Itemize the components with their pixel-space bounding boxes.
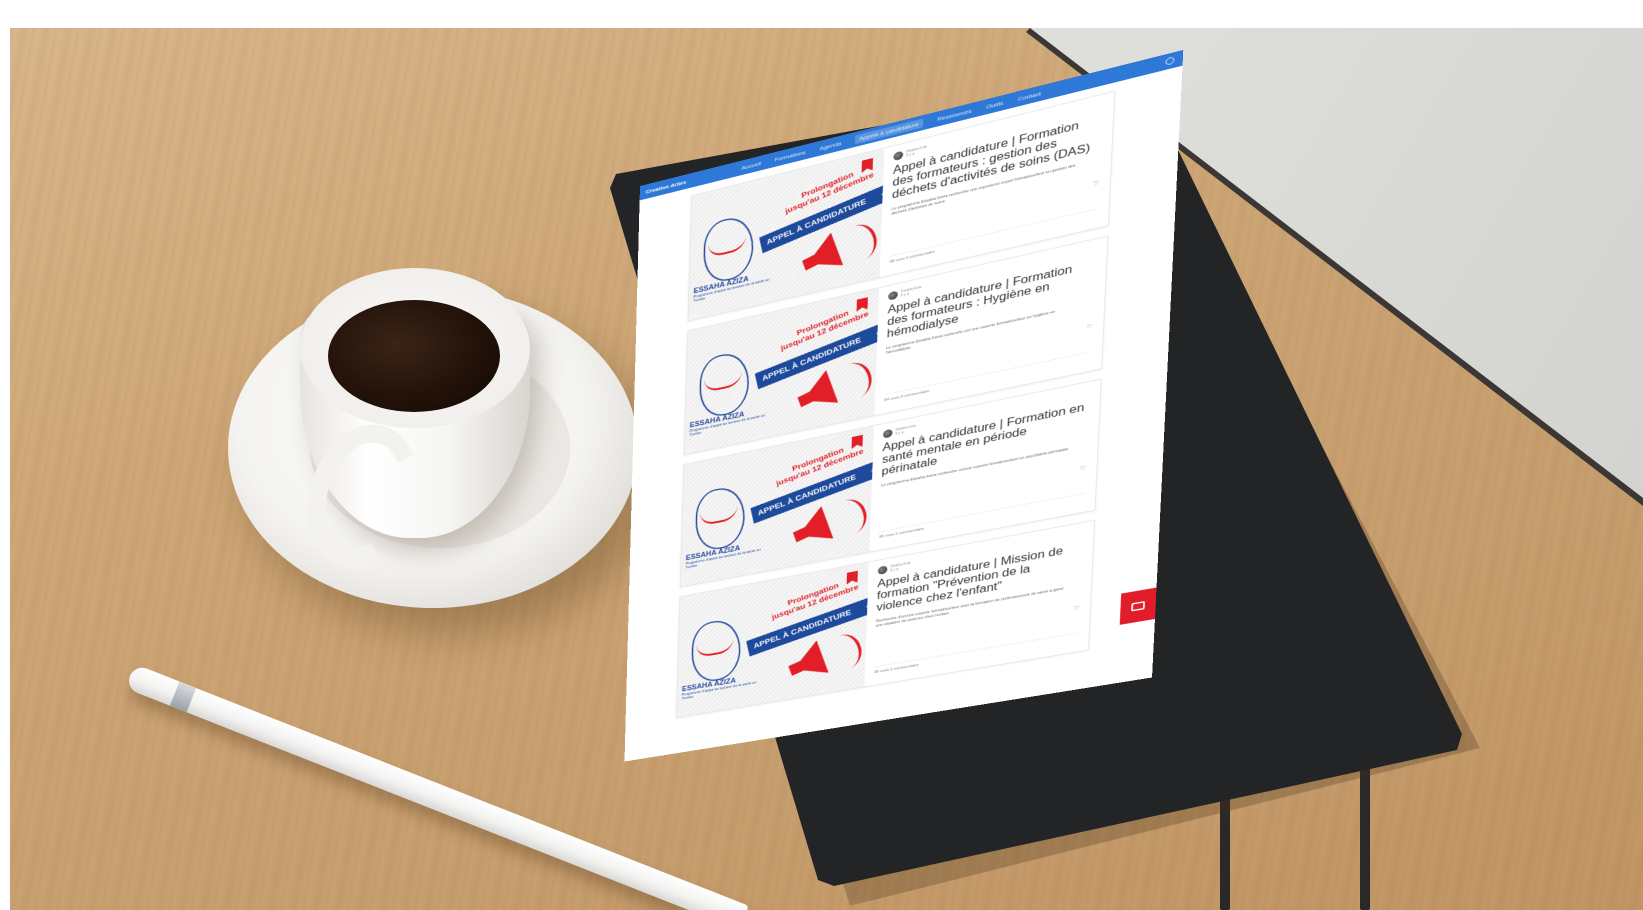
nav-item-outils[interactable]: Outils [986,99,1003,109]
post-thumbnail[interactable]: Prolongation jusqu'au 12 décembre APPEL … [680,425,875,587]
heart-icon[interactable]: ♡ [1093,180,1100,188]
message-fab-button[interactable] [1119,587,1157,625]
nav-item-ressources[interactable]: Ressources [937,107,971,122]
sound-waves-icon [821,628,867,676]
post-thumbnail[interactable]: Prolongation jusqu'au 12 décembre APPEL … [676,562,869,718]
heart-icon[interactable]: ♡ [1086,323,1093,331]
nav-item-agenda[interactable]: Agenda [820,140,842,151]
avatar[interactable] [882,428,893,439]
photo-scene: Creative Arbre Accueil Formations Agenda… [10,28,1643,910]
sound-waves-icon [836,218,882,268]
heart-icon[interactable]: ♡ [1080,465,1087,472]
nav-item-formations[interactable]: Formations [775,149,806,163]
post-stats: 98 vues 0 commentaire [874,632,1079,675]
nav-item-accueil[interactable]: Accueil [741,160,761,171]
message-icon [1131,601,1145,612]
heart-icon[interactable]: ♡ [1073,605,1080,612]
sound-waves-icon [831,356,877,406]
avatar[interactable] [893,150,904,162]
table-leg [1220,798,1230,910]
avatar[interactable] [877,565,888,575]
avatar[interactable] [888,290,898,301]
coffee [328,300,500,412]
search-icon[interactable] [1165,56,1175,66]
nav-item-contact[interactable]: Contact [1018,90,1041,102]
sound-waves-icon [826,493,872,542]
